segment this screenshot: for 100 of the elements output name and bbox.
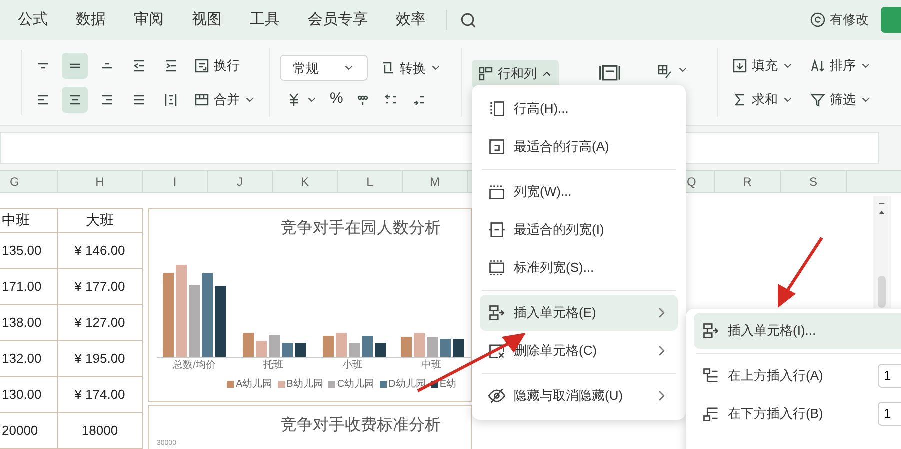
column-header[interactable]: L xyxy=(338,171,403,192)
rows-columns-icon xyxy=(478,66,494,82)
bar xyxy=(295,343,306,357)
menu-item[interactable]: 在下方插入行(B) 1 xyxy=(694,396,901,432)
count-field[interactable]: 1 xyxy=(878,402,901,426)
scrollbar-thumb[interactable] xyxy=(878,276,886,308)
chart-title: 竞争对手在园人数分析 xyxy=(280,218,442,239)
bar xyxy=(440,339,451,357)
table-cell: 20000 xyxy=(0,413,58,448)
bar xyxy=(215,286,226,357)
sort-icon xyxy=(810,58,826,74)
menu-item[interactable]: 隐藏与取消隐藏(U) xyxy=(480,378,678,414)
menu-item[interactable]: 插入单元格(I)... xyxy=(694,313,901,349)
bar xyxy=(336,333,347,357)
menu-item[interactable]: 标准列宽(S)... xyxy=(480,250,678,286)
category-label: 托班 xyxy=(264,361,284,373)
percent-button[interactable]: % xyxy=(330,88,344,111)
alignment-button[interactable] xyxy=(62,86,88,112)
insert-cell-icon xyxy=(488,304,506,322)
column-header[interactable]: G xyxy=(0,171,58,192)
table-cell: ¥ 177.00 xyxy=(58,269,143,304)
alignment-button[interactable] xyxy=(62,52,88,78)
delete-cell-icon xyxy=(488,342,506,360)
wrap-text-button[interactable]: 换行 xyxy=(190,52,244,80)
menu-tab[interactable]: 工具 xyxy=(250,8,280,32)
indent-decrease-icon xyxy=(131,58,147,74)
sort-button[interactable]: 排序 xyxy=(806,52,876,80)
merge-icon xyxy=(194,92,210,108)
filter-button[interactable]: 筛选 xyxy=(806,86,876,114)
menu-item-label: 在下方插入行(B) xyxy=(728,405,824,424)
bar xyxy=(401,337,412,357)
insert-below-icon xyxy=(702,405,720,423)
table-cell: ¥ 127.00 xyxy=(58,305,143,340)
menu-item-label: 最适合的列宽(I) xyxy=(514,221,606,240)
bar xyxy=(453,339,464,357)
convert-button[interactable]: 转换 xyxy=(376,54,446,82)
table-header-cell: 中班 xyxy=(0,209,58,232)
filter-icon xyxy=(810,92,826,108)
merge-button[interactable]: 合并 xyxy=(190,86,260,114)
bar xyxy=(414,333,425,357)
legend-label: C幼儿园 xyxy=(337,378,375,392)
count-field[interactable]: 1 xyxy=(878,364,901,388)
menu-tab[interactable]: 会员专享 xyxy=(308,8,368,32)
bar xyxy=(243,333,254,357)
menu-tab[interactable]: 视图 xyxy=(192,8,222,32)
convert-icon xyxy=(380,60,396,76)
menu-tab[interactable]: 审阅 xyxy=(134,8,164,32)
align-top-icon xyxy=(37,62,49,68)
table-cell: ¥ 195.00 xyxy=(58,341,143,376)
distribute-icon xyxy=(163,92,179,108)
column-header[interactable]: H xyxy=(58,171,143,192)
fill-button[interactable]: 填充 xyxy=(728,52,798,80)
legend-label: E幼 xyxy=(440,378,456,392)
col-width-icon xyxy=(488,183,506,201)
insert-cell-icon xyxy=(702,322,720,340)
bar xyxy=(189,285,200,357)
insert-above-icon xyxy=(702,367,720,385)
menu-item-label: 在上方插入行(A) xyxy=(728,367,824,386)
column-header[interactable]: I xyxy=(143,171,208,192)
column-header[interactable]: K xyxy=(273,171,338,192)
menu-tab[interactable]: 效率 xyxy=(396,8,426,32)
bar xyxy=(362,336,373,357)
menu-item[interactable]: 最适合的列宽(I) xyxy=(480,212,678,248)
number-format-select[interactable]: 常规 xyxy=(280,55,368,82)
menu-item[interactable]: 最适合的行高(A) xyxy=(480,129,678,165)
bar xyxy=(256,341,267,357)
fit-col-icon xyxy=(488,221,506,239)
category-label: 中班 xyxy=(422,361,442,373)
sum-button[interactable]: 求和 xyxy=(728,86,798,114)
fill-icon xyxy=(732,58,748,74)
menu-item-label: 列宽(W)... xyxy=(514,183,573,202)
align-bottom-icon xyxy=(101,62,113,68)
bar xyxy=(269,335,280,357)
menu-item[interactable]: 行高(H)... xyxy=(480,91,678,127)
align-middle-icon xyxy=(69,62,81,68)
column-header[interactable]: S xyxy=(781,171,847,192)
menu-tab[interactable]: 公式 xyxy=(18,8,48,32)
table-cell: 132.00 xyxy=(0,341,58,376)
column-header[interactable]: J xyxy=(208,171,273,192)
scroll-up-icon xyxy=(877,202,887,216)
rows-columns-button[interactable]: 行和列 xyxy=(472,60,559,88)
table-cell: ¥ 174.00 xyxy=(58,377,143,412)
menu-item[interactable]: 插入单元格(E) xyxy=(480,295,678,331)
category-label: 小班 xyxy=(342,361,362,373)
search-icon[interactable] xyxy=(460,12,477,28)
chart-title: 竞争对手收费标准分析 xyxy=(280,416,442,436)
menu-tab[interactable]: 数据 xyxy=(76,8,106,32)
column-header[interactable]: M xyxy=(403,171,468,192)
category-label: 总数/均价 xyxy=(173,361,216,373)
std-col-icon xyxy=(488,259,506,277)
cloud-sync-icon xyxy=(810,12,826,28)
save-status-button[interactable]: 有修改 xyxy=(810,10,869,30)
bar xyxy=(323,336,334,357)
menu-item[interactable]: 在上方插入行(A) 1 xyxy=(694,358,901,394)
column-header[interactable]: R xyxy=(715,171,781,192)
menu-item-label: 行高(H)... xyxy=(514,100,570,118)
vertical-scrollbar[interactable] xyxy=(873,196,891,308)
menu-item-label: 最适合的行高(A) xyxy=(514,138,610,156)
menu-item[interactable]: 列宽(W)... xyxy=(480,174,678,210)
legend-label: A幼儿园 xyxy=(236,378,273,392)
